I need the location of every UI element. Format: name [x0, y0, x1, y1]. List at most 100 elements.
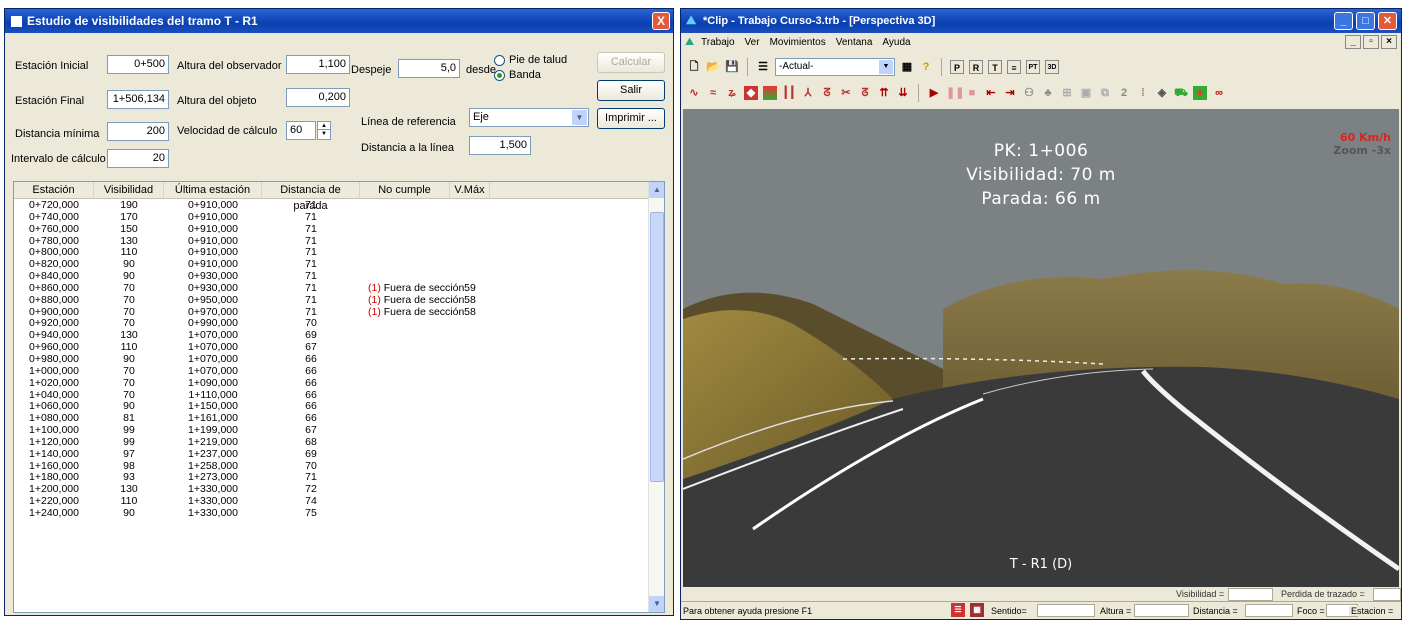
table-row[interactable]: 1+220,000 110 1+330,000 74: [14, 495, 648, 508]
pie-talud-radio[interactable]: [494, 55, 505, 66]
calcular-button[interactable]: Calcular: [597, 52, 665, 73]
perspective-3d-view[interactable]: PK: 1+006 Visibilidad: 70 m Parada: 66 m…: [683, 109, 1399, 587]
table-row[interactable]: 1+240,000 90 1+330,000 75: [14, 507, 648, 520]
combo-arrow-icon[interactable]: ▼: [879, 60, 893, 74]
snake-tool-icon[interactable]: ᘔ: [858, 86, 872, 100]
scissors-tool-icon[interactable]: ✂: [839, 86, 853, 100]
table-row[interactable]: 1+200,000 130 1+330,000 72: [14, 483, 648, 496]
rewind-icon[interactable]: ⇤: [984, 86, 998, 100]
distancia-minima-field[interactable]: 200: [107, 122, 169, 141]
table-row[interactable]: 1+160,000 98 1+258,000 70: [14, 460, 648, 473]
curve2-tool-icon[interactable]: ᘔ: [820, 86, 834, 100]
properties-icon[interactable]: ▦: [900, 60, 914, 74]
scroll-thumb[interactable]: [650, 212, 664, 482]
mdi-restore-button[interactable]: ▫: [1363, 35, 1379, 49]
table-row[interactable]: 0+980,000 90 1+070,000 66: [14, 353, 648, 366]
table-row[interactable]: 1+060,000 90 1+150,000 66: [14, 400, 648, 413]
col-no-cumple[interactable]: No cumple: [360, 182, 450, 198]
view-combo[interactable]: -Actual- ▼: [775, 58, 895, 76]
columns-icon[interactable]: ⁞: [1136, 86, 1150, 100]
banda-radio[interactable]: [494, 70, 505, 81]
estacion-final-field[interactable]: 1+506,134: [107, 90, 169, 109]
curve-tool-icon[interactable]: ∿: [687, 86, 701, 100]
close-app-button[interactable]: ✕: [1378, 12, 1397, 30]
menu-trabajo[interactable]: Trabajo: [701, 37, 735, 48]
col-ultima-estacion[interactable]: Última estación: [164, 182, 262, 198]
lines-view-icon[interactable]: ≡: [1007, 60, 1021, 74]
table-row[interactable]: 0+800,000 110 0+910,000 71: [14, 247, 648, 259]
marker-icon[interactable]: ▦: [970, 603, 984, 617]
spin-up-icon[interactable]: ▲: [318, 122, 330, 130]
dist-linea-field[interactable]: 1,500: [469, 136, 531, 155]
fork-tool-icon[interactable]: ⅄: [801, 86, 815, 100]
estacion-inicial-field[interactable]: 0+500: [107, 55, 169, 74]
grid-icon[interactable]: ⊞: [1060, 86, 1074, 100]
col-estacion[interactable]: Estación: [14, 182, 94, 198]
table-row[interactable]: 0+740,000 170 0+910,000 71: [14, 211, 648, 224]
imprimir-button[interactable]: Imprimir ...: [597, 108, 665, 129]
table-row[interactable]: 1+140,000 97 1+237,000 69: [14, 448, 648, 461]
col-distancia-parada[interactable]: Distancia de parada: [262, 182, 360, 212]
glasses3d-icon[interactable]: ∞: [1212, 86, 1226, 100]
arrows-up-icon[interactable]: ⇈: [877, 86, 891, 100]
play-icon[interactable]: ▶: [927, 86, 941, 100]
table-row[interactable]: 0+720,000 190 0+910,000 71: [14, 199, 648, 212]
mdi-close-button[interactable]: ×: [1381, 35, 1397, 49]
tree-icon[interactable]: ♣: [1041, 86, 1055, 100]
open-folder-icon[interactable]: 📂: [706, 60, 720, 74]
menu-ver[interactable]: Ver: [745, 37, 760, 48]
table-row[interactable]: 0+880,000 70 0+950,000 71 (1) Fuera de secci…: [14, 294, 648, 307]
despeje-field[interactable]: 5,0: [398, 59, 460, 78]
window-tool-icon[interactable]: ⧉: [1098, 86, 1112, 100]
table-row[interactable]: 0+960,000 110 1+070,000 67: [14, 341, 648, 354]
table-row[interactable]: 0+900,000 70 0+970,000 71 (1) Fuera de secci…: [14, 306, 648, 319]
table-row[interactable]: 1+080,000 81 1+161,000 66: [14, 412, 648, 425]
clothoid-tool-icon[interactable]: ʑ: [725, 86, 739, 100]
list-icon[interactable]: ☰: [756, 60, 770, 74]
record-icon[interactable]: ●: [1193, 86, 1207, 100]
table-row[interactable]: 0+820,000 90 0+910,000 71: [14, 258, 648, 271]
intervalo-field[interactable]: 20: [107, 149, 169, 168]
table-row[interactable]: 0+780,000 130 0+910,000 71: [14, 235, 648, 248]
table-row[interactable]: 1+180,000 93 1+273,000 71: [14, 472, 648, 484]
flag-icon[interactable]: ☰: [951, 603, 965, 617]
3d-view-icon[interactable]: 3D: [1045, 60, 1059, 74]
car-icon[interactable]: ⛟: [1174, 86, 1188, 100]
save-icon[interactable]: 💾: [725, 60, 739, 74]
table-row[interactable]: 1+000,000 70 1+070,000 66: [14, 365, 648, 378]
velocidad-field[interactable]: 60: [286, 121, 316, 140]
mdi-minimize-button[interactable]: _: [1345, 35, 1361, 49]
col-visibilidad[interactable]: Visibilidad: [94, 182, 164, 198]
profile-view-icon[interactable]: R: [969, 60, 983, 74]
velocidad-spinner[interactable]: ▲ ▼: [317, 121, 331, 140]
results-table[interactable]: Estación Visibilidad Última estación Dis…: [13, 181, 665, 613]
table-row[interactable]: 0+940,000 130 1+070,000 69: [14, 329, 648, 342]
table-row[interactable]: 1+040,000 70 1+110,000 66: [14, 389, 648, 402]
menu-ventana[interactable]: Ventana: [836, 37, 873, 48]
menu-ayuda[interactable]: Ayuda: [882, 37, 910, 48]
menu-movimientos[interactable]: Movimientos: [770, 37, 826, 48]
scroll-up-icon[interactable]: ▲: [649, 182, 664, 198]
arrows-down-icon[interactable]: ⇊: [896, 86, 910, 100]
table-row[interactable]: 1+020,000 70 1+090,000 66: [14, 377, 648, 390]
glasses-icon[interactable]: ⚇: [1022, 86, 1036, 100]
stop-icon[interactable]: ■: [965, 86, 979, 100]
altura-observador-field[interactable]: 1,100: [286, 55, 350, 74]
table-row[interactable]: 1+120,000 99 1+219,000 68: [14, 436, 648, 449]
dropdown-arrow-icon[interactable]: ▼: [572, 110, 587, 125]
table-row[interactable]: 0+760,000 150 0+910,000 71: [14, 223, 648, 236]
minimize-button[interactable]: _: [1334, 12, 1353, 30]
number-icon[interactable]: 2: [1117, 86, 1131, 100]
close-button[interactable]: X: [652, 12, 670, 30]
forward-icon[interactable]: ⇥: [1003, 86, 1017, 100]
table-row[interactable]: 0+840,000 90 0+930,000 71: [14, 270, 648, 283]
transversal-view-icon[interactable]: T: [988, 60, 1002, 74]
plan-view-icon[interactable]: P: [950, 60, 964, 74]
maximize-button[interactable]: □: [1356, 12, 1375, 30]
help-icon[interactable]: ?: [919, 60, 933, 74]
bars-tool-icon[interactable]: ┃┃: [782, 86, 796, 100]
terrain-tool-icon[interactable]: ◆: [744, 86, 758, 100]
table-row[interactable]: 0+920,000 70 0+990,000 70: [14, 318, 648, 330]
scroll-down-icon[interactable]: ▼: [649, 596, 664, 612]
frame-icon[interactable]: ▣: [1079, 86, 1093, 100]
